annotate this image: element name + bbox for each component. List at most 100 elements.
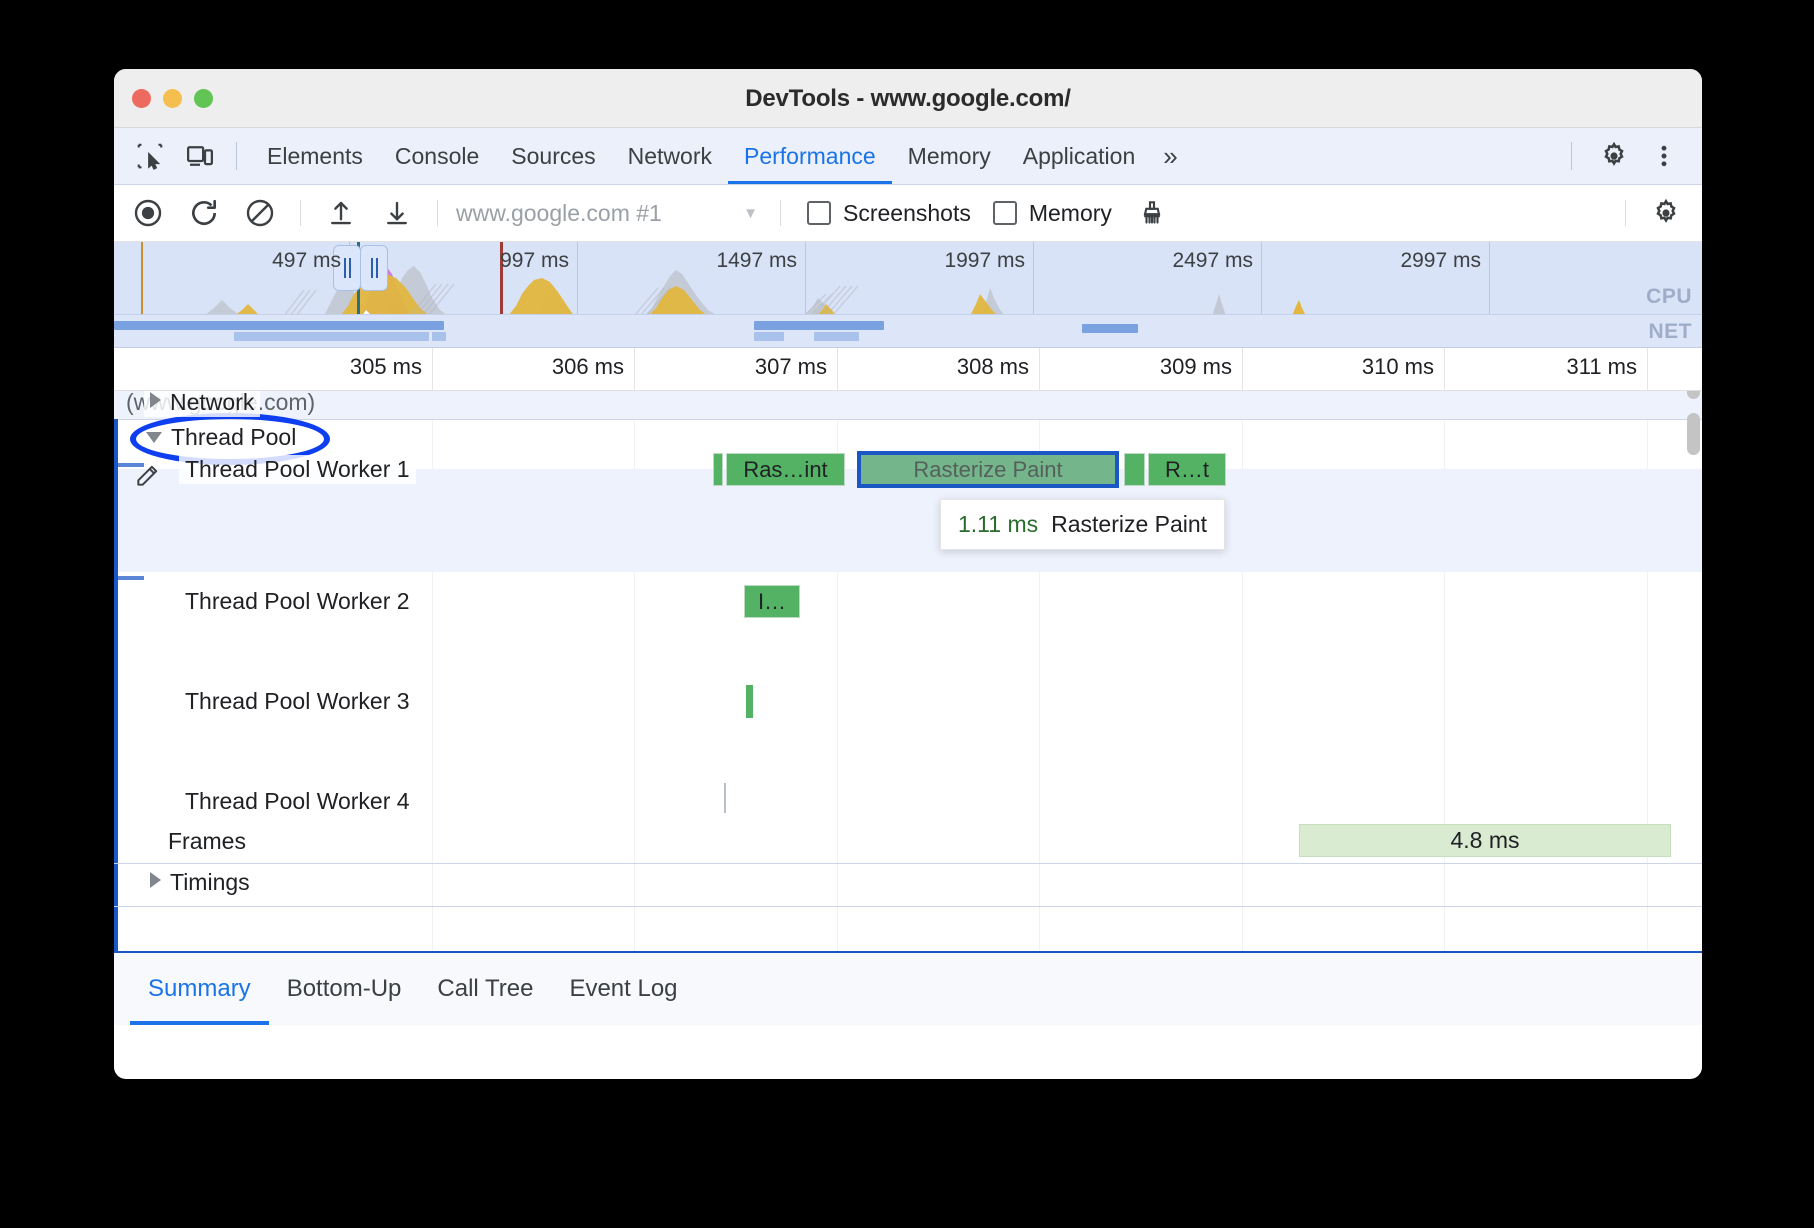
expander-triangle-right-icon[interactable] [150, 392, 161, 408]
tab-network[interactable]: Network [612, 128, 728, 184]
devtools-window: DevTools - www.google.com/ Elements Cons… [114, 69, 1702, 1079]
flame-event-rasterize-paint-selected[interactable]: Rasterize Paint [857, 451, 1119, 488]
tab-application[interactable]: Application [1007, 128, 1152, 184]
track-label-thread-pool-worker-2[interactable]: Thread Pool Worker 2 [179, 587, 416, 616]
flame-event-label: Rasterize Paint [913, 457, 1062, 483]
tooltip-event-name: Rasterize Paint [1051, 511, 1207, 538]
flame-event-label: Ras…int [743, 457, 827, 483]
capture-settings-gear-icon[interactable] [1644, 191, 1688, 235]
more-vertical-icon[interactable] [1642, 134, 1686, 178]
session-select[interactable]: www.google.com #1 ▼ [450, 200, 768, 227]
tab-elements[interactable]: Elements [251, 128, 379, 184]
overview-net-label: NET [1649, 320, 1693, 344]
overview-net-row [114, 314, 1702, 348]
overview-net-bar [432, 332, 446, 341]
track-label-thread-pool-worker-2-text: Thread Pool Worker 2 [185, 588, 410, 614]
flame-event-label: R…t [1165, 457, 1209, 483]
flame-event-worker4[interactable] [724, 783, 726, 813]
flame-event-label: I… [758, 589, 786, 615]
flame-event-worker2[interactable]: I… [744, 585, 800, 618]
flamechart-scrollbar-thumb[interactable] [1687, 413, 1700, 455]
screenshots-checkbox-box[interactable] [807, 201, 831, 225]
track-label-frames[interactable]: Frames [162, 827, 252, 856]
track-label-timings[interactable]: Timings [144, 868, 256, 897]
flame-event-rasterize-paint-1[interactable]: Ras…int [726, 453, 845, 486]
drawer-tab-call-tree[interactable]: Call Tree [419, 953, 551, 1025]
window-titlebar: DevTools - www.google.com/ [114, 69, 1702, 128]
tab-sources[interactable]: Sources [495, 128, 611, 184]
track-label-thread-pool-text: Thread Pool [171, 424, 296, 450]
device-toolbar-icon[interactable] [178, 134, 222, 178]
track-label-thread-pool[interactable]: Thread Pool [140, 423, 302, 452]
tab-overflow-button[interactable]: » [1151, 128, 1189, 184]
track-label-thread-pool-worker-1-text: Thread Pool Worker 1 [185, 456, 410, 482]
record-icon[interactable] [126, 191, 170, 235]
memory-checkbox[interactable]: Memory [993, 200, 1112, 227]
devtools-tabstrip: Elements Console Sources Network Perform… [114, 128, 1702, 185]
flame-event-worker3[interactable] [746, 685, 753, 718]
overview-selection-handle-right[interactable] [360, 245, 388, 291]
track-rail-tick [118, 576, 144, 580]
toolbar-divider-3 [780, 200, 781, 226]
overview-tick-label: 2997 ms [1400, 249, 1489, 273]
frame-bar[interactable]: 4.8 ms [1299, 824, 1671, 857]
overview-net-bar [1082, 324, 1138, 333]
tab-performance[interactable]: Performance [728, 128, 892, 184]
flamechart[interactable]: Network (www.google.com) Thread Pool Thr… [114, 391, 1702, 951]
ruler-tick-label: 308 ms [957, 354, 1039, 380]
overview-net-bar [114, 321, 444, 330]
ruler-tick [432, 348, 433, 390]
overview-tick-label: 1997 ms [944, 249, 1033, 273]
tab-memory[interactable]: Memory [892, 128, 1007, 184]
collect-garbage-icon[interactable] [1130, 191, 1174, 235]
ruler-tick [1039, 348, 1040, 390]
flame-event-tooltip: 1.11 ms Rasterize Paint [940, 499, 1225, 550]
screenshots-checkbox[interactable]: Screenshots [807, 200, 971, 227]
session-select-value: www.google.com #1 [456, 200, 662, 227]
drawer-tab-bottom-up[interactable]: Bottom-Up [269, 953, 420, 1025]
drawer-tab-summary[interactable]: Summary [130, 953, 269, 1025]
flamechart-ruler: 305 ms 306 ms 307 ms 308 ms 309 ms 310 m… [114, 348, 1702, 391]
memory-checkbox-box[interactable] [993, 201, 1017, 225]
expander-triangle-down-icon[interactable] [146, 432, 162, 443]
tooltip-duration: 1.11 ms [958, 511, 1038, 538]
flame-event[interactable] [713, 453, 723, 486]
expander-triangle-right-icon[interactable] [150, 872, 161, 888]
overview-cpu-label: CPU [1646, 285, 1692, 309]
track-separator [114, 863, 1702, 864]
tabstrip-right-icons [1557, 134, 1702, 178]
overview-net-bar [754, 321, 884, 330]
ruler-tick [1647, 348, 1648, 390]
flame-event-rasterize-paint-3[interactable]: R…t [1148, 453, 1226, 486]
ruler-tick-label: 305 ms [350, 354, 432, 380]
ruler-tick [1242, 348, 1243, 390]
drawer-tab-event-log[interactable]: Event Log [551, 953, 695, 1025]
settings-gear-icon[interactable] [1592, 134, 1636, 178]
track-label-thread-pool-worker-3[interactable]: Thread Pool Worker 3 [179, 687, 416, 716]
timeline-overview[interactable]: 497 ms 997 ms 1497 ms 1997 ms 2497 ms 29… [114, 242, 1702, 348]
download-profile-icon[interactable] [375, 191, 419, 235]
screenshots-checkbox-label: Screenshots [843, 200, 971, 227]
toolbar-divider-1 [300, 200, 301, 226]
tabstrip-right-divider [1571, 142, 1572, 170]
overview-tick-label: 997 ms [500, 249, 577, 273]
track-label-thread-pool-worker-4-text: Thread Pool Worker 4 [185, 788, 410, 814]
ruler-tick-label: 307 ms [755, 354, 837, 380]
overview-net-bar [814, 332, 859, 341]
tabstrip-divider [236, 142, 237, 170]
chevron-down-icon: ▼ [743, 205, 758, 222]
track-label-network[interactable]: Network [144, 391, 260, 417]
track-label-thread-pool-worker-4[interactable]: Thread Pool Worker 4 [179, 787, 416, 816]
edit-pencil-icon[interactable] [134, 463, 160, 494]
track-label-thread-pool-worker-1[interactable]: Thread Pool Worker 1 [179, 455, 416, 484]
clear-icon[interactable] [238, 191, 282, 235]
screenshot-root: DevTools - www.google.com/ Elements Cons… [0, 0, 1814, 1228]
inspect-element-icon[interactable] [128, 134, 172, 178]
upload-profile-icon[interactable] [319, 191, 363, 235]
tab-console[interactable]: Console [379, 128, 495, 184]
performance-toolbar: www.google.com #1 ▼ Screenshots Memory [114, 185, 1702, 242]
flame-event[interactable] [1124, 453, 1145, 486]
reload-and-record-icon[interactable] [182, 191, 226, 235]
ruler-tick [1444, 348, 1445, 390]
track-separator [114, 906, 1702, 907]
